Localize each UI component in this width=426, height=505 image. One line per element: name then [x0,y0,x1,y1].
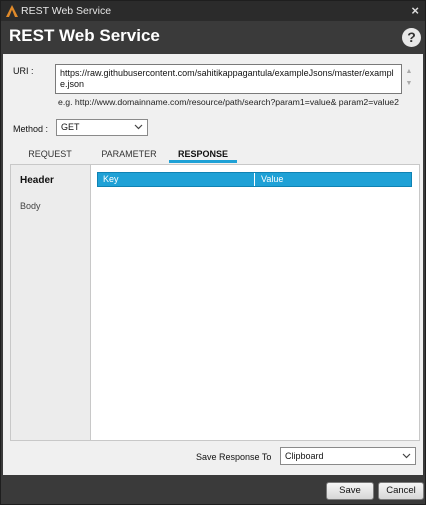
tab-response[interactable]: RESPONSE [169,149,237,163]
tab-request[interactable]: REQUEST [11,149,89,163]
rest-web-service-dialog: REST Web Service × REST Web Service ? UR… [0,0,426,505]
side-item-header[interactable]: Header [20,175,54,186]
tab-bar: REQUEST PARAMETER RESPONSE [3,149,423,163]
method-label: Method : [13,124,49,134]
method-dropdown[interactable]: GET [56,119,148,136]
tab-parameter[interactable]: PARAMETER [89,149,169,163]
column-header-key[interactable]: Key [98,173,255,186]
chevron-down-icon [402,451,411,462]
save-response-dropdown[interactable]: Clipboard [280,447,416,465]
save-button[interactable]: Save [326,482,374,500]
help-icon[interactable]: ? [402,28,421,47]
dialog-content: URI : https://raw.githubusercontent.com/… [3,54,423,475]
dialog-header: REST Web Service ? [1,21,425,53]
method-selected-value: GET [61,122,80,132]
app-logo-icon [5,4,19,18]
title-bar: REST Web Service × [1,1,425,21]
dialog-footer: Save Cancel [1,476,425,504]
chevron-down-icon [134,122,143,133]
uri-scrollbar[interactable]: ▲ ▼ [404,66,414,94]
header-grid: Key Value [90,165,419,440]
response-side-nav: Header Body [11,165,89,440]
uri-label: URI : [13,66,34,76]
window-title: REST Web Service [21,5,112,17]
save-response-selected-value: Clipboard [285,451,324,461]
side-item-body[interactable]: Body [20,201,41,211]
uri-input[interactable]: https://raw.githubusercontent.com/sahiti… [55,64,402,94]
page-title: REST Web Service [9,26,160,45]
uri-example-hint: e.g. http://www.domainname.com/resource/… [58,97,399,107]
response-panel: Header Body Key Value [10,164,420,441]
scroll-down-icon[interactable]: ▼ [404,78,414,90]
scroll-up-icon[interactable]: ▲ [404,66,414,78]
cancel-button[interactable]: Cancel [378,482,424,500]
grid-header-row: Key Value [97,172,412,187]
column-header-value[interactable]: Value [256,173,412,186]
save-response-label: Save Response To [196,452,272,462]
close-icon[interactable]: × [411,3,419,18]
